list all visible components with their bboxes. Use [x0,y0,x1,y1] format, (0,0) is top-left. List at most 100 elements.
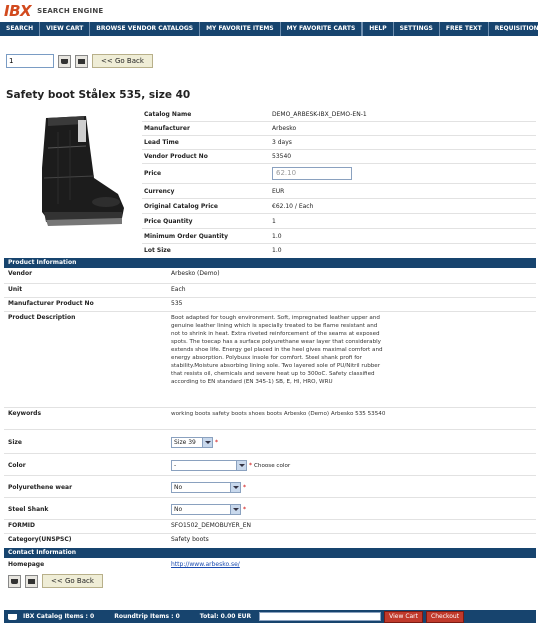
spec-label: Lot Size [144,247,171,254]
info-label: Vendor [8,270,33,277]
nav-requisition[interactable]: REQUISITION [489,22,538,36]
info-row-vendor: Vendor Arbesko (Demo) [4,268,536,284]
spec-label: Price [144,170,162,177]
favorites-icon [28,578,35,584]
required-marker: * [215,439,218,446]
choose-color-hint: Choose color [254,463,291,469]
product-image [42,116,124,226]
info-row-unit: Unit Each [4,284,536,298]
add-to-cart-button[interactable] [58,54,71,68]
chevron-down-icon [236,461,246,470]
product-description: Boot adapted for tough environment. Soft… [171,315,383,385]
header: IBX SEARCH ENGINE [0,0,538,22]
info-row-size: Size Size 39 * [4,430,536,454]
spec-label: Catalog Name [144,111,192,118]
nav-view-cart[interactable]: VIEW CART [40,22,91,36]
checkout-button[interactable]: Checkout [426,610,465,623]
add-to-favorites-button[interactable] [25,574,38,588]
info-label: Unit [8,286,23,293]
info-row-category: Category(UNSPSC) Safety boots [4,534,536,548]
add-to-cart-button[interactable] [8,574,21,588]
price-field: 62.10 [272,167,352,180]
info-value: 535 [171,300,183,307]
view-cart-button[interactable]: View Cart [384,610,424,623]
info-value: Arbesko (Demo) [171,270,220,277]
info-row-polyurethene-wear: Polyurethene wear No * [4,476,536,498]
add-to-favorites-button[interactable] [75,54,88,68]
chevron-down-icon [230,483,240,492]
cart-icon [8,613,17,620]
info-row-steel-shank: Steel Shank No * [4,498,536,520]
spec-row: Original Catalog Price €62.10 / Each [142,199,536,214]
spec-value: DEMO_ARBESK-IBX_DEMO-EN-1 [272,111,367,118]
info-label: Size [8,439,22,446]
spec-row: Minimum Order Quantity 1.0 [142,229,536,244]
color-select[interactable]: - [171,460,247,471]
info-label: Polyurethene wear [8,484,73,491]
spec-value: €62.10 / Each [272,203,314,210]
favorites-icon [78,58,85,64]
go-back-button[interactable]: << Go Back [42,574,103,588]
nav-help[interactable]: HELP [362,22,394,36]
nav-my-favorite-carts[interactable]: MY FAVORITE CARTS [281,22,363,36]
cart-total: Total: 0.00 EUR [199,613,252,620]
top-toolbar: << Go Back [6,54,153,68]
info-row-color: Color - * Choose color [4,454,536,476]
info-row-formid: FORMID SFO1502_DEMOBUYER_EN [4,520,536,534]
info-value: Each [171,286,186,293]
spec-label: Minimum Order Quantity [144,233,229,240]
info-value: Safety boots [171,536,209,543]
product-information-table: Vendor Arbesko (Demo) Unit Each Manufact… [4,268,536,548]
steel-shank-select[interactable]: No [171,504,241,515]
product-information-header: Product Information [4,258,536,268]
cart-icon [61,58,68,64]
product-spec-table: Catalog Name DEMO_ARBESK-IBX_DEMO-EN-1 M… [142,108,536,258]
main-nav: SEARCH VIEW CART BROWSE VENDOR CATALOGS … [0,22,538,36]
info-value: SFO1502_DEMOBUYER_EN [171,522,251,529]
homepage-link[interactable]: http://www.arbesko.se/ [171,561,240,568]
spec-label: Vendor Product No [144,153,208,160]
spec-row: Price 62.10 [142,164,536,184]
quantity-input[interactable] [6,54,54,68]
info-row-manufacturer-product-no: Manufacturer Product No 535 [4,298,536,312]
color-select-value: - [174,462,177,469]
spec-row: Lot Size 1.0 [142,244,536,258]
spec-value: 1.0 [272,247,282,254]
info-label: Keywords [8,410,42,417]
info-label: Product Description [8,314,76,321]
spec-value: 53540 [272,153,292,160]
product-keywords: working boots safety boots shoes boots A… [171,411,386,417]
spec-row: Currency EUR [142,184,536,199]
spec-row: Manufacturer Arbesko [142,122,536,136]
spec-label: Original Catalog Price [144,203,218,210]
required-marker: * [249,462,252,469]
nav-search[interactable]: SEARCH [0,22,41,36]
spec-value: Arbesko [272,125,297,132]
contact-information-table: Homepage http://www.arbesko.se/ [4,559,536,573]
cart-status-bar: IBX Catalog Items : 0 Roundtrip Items : … [4,610,536,623]
required-marker: * [243,484,246,491]
info-label: Category(UNSPSC) [8,536,72,543]
go-back-button[interactable]: << Go Back [92,54,153,68]
spec-value: EUR [272,188,285,195]
spec-row: Catalog Name DEMO_ARBESK-IBX_DEMO-EN-1 [142,108,536,122]
spec-row: Vendor Product No 53540 [142,150,536,164]
nav-free-text[interactable]: FREE TEXT [440,22,489,36]
info-label: Homepage [8,561,45,568]
catalog-items-count: IBX Catalog Items : 0 [23,613,95,620]
spec-value: 1.0 [272,233,282,240]
nav-my-favorite-items[interactable]: MY FAVORITE ITEMS [200,22,281,36]
spec-row: Price Quantity 1 [142,214,536,229]
chevron-down-icon [202,438,212,447]
info-label: Steel Shank [8,506,49,513]
info-label: Color [8,462,26,469]
spec-label: Lead Time [144,139,179,146]
contact-information-header: Contact Information [4,548,536,558]
nav-settings[interactable]: SETTINGS [394,22,440,36]
ibx-logo: IBX [4,2,32,20]
spec-label: Manufacturer [144,125,190,132]
nav-browse-vendor-catalogs[interactable]: BROWSE VENDOR CATALOGS [90,22,201,36]
polyurethene-wear-select[interactable]: No [171,482,241,493]
size-select[interactable]: Size 39 [171,437,213,448]
spec-value: 3 days [272,139,292,146]
